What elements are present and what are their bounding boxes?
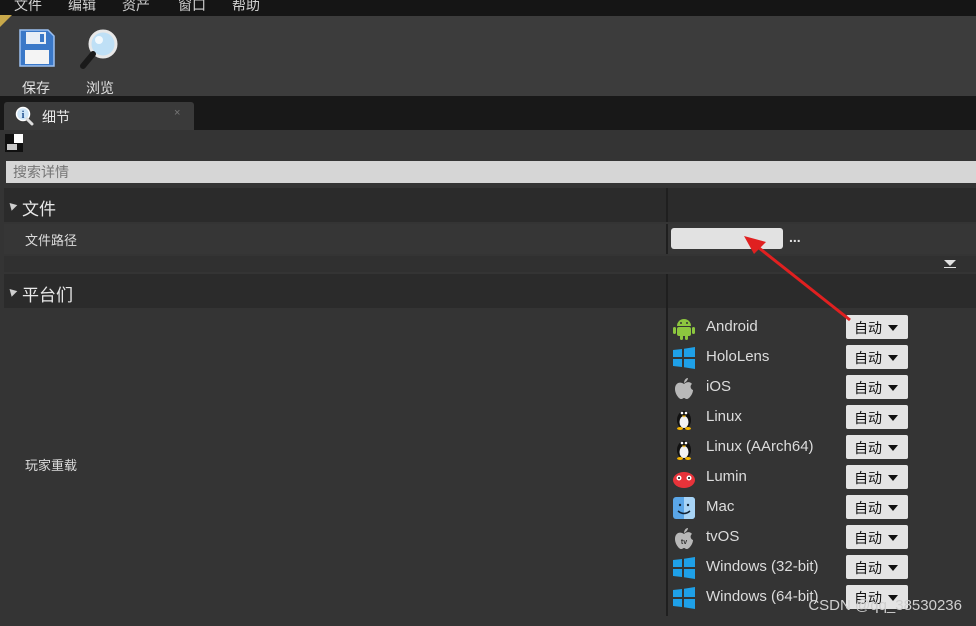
platform-row: Mac 自动 [670,492,920,522]
chevron-down-icon [888,415,898,421]
platform-dropdown[interactable]: 自动 [846,465,908,489]
menu-bar: 文件 编辑 资产 窗口 帮助 [0,0,976,16]
platform-name: Mac [706,498,735,515]
dropdown-value: 自动 [854,410,882,426]
platform-dropdown[interactable]: 自动 [846,525,908,549]
windows-icon [673,557,695,579]
platform-row: Windows (32-bit) 自动 [670,552,920,582]
collapse-arrow-icon[interactable] [6,286,18,297]
platform-row: Lumin 自动 [670,462,920,492]
dropdown-value: 自动 [854,560,882,576]
platform-row: Linux 自动 [670,402,920,432]
linux-icon [677,441,691,460]
platform-name: Windows (32-bit) [706,558,819,575]
chevron-down-icon [888,355,898,361]
chevron-down-icon [888,505,898,511]
svg-text:tv: tv [681,539,687,546]
platform-name: Linux (AArch64) [706,438,814,455]
search-input[interactable] [6,161,976,183]
chevron-down-icon [888,475,898,481]
dropdown-value: 自动 [854,350,882,366]
platform-name: HoloLens [706,348,770,365]
lumin-icon [673,472,695,488]
tvos-icon: tv [675,528,693,549]
platform-name: tvOS [706,528,740,545]
details-search-icon: i [15,106,34,126]
apple-icon [675,378,693,399]
expand-down-icon[interactable] [944,260,956,266]
tab-close-icon[interactable]: × [174,107,180,119]
tab-details[interactable]: i 细节 × [4,102,194,130]
platform-dropdown[interactable]: 自动 [846,495,908,519]
platform-dropdown[interactable]: 自动 [846,555,908,579]
menu-file[interactable]: 文件 [14,0,42,15]
save-label: 保存 [22,80,50,96]
watermark: CSDN @qq_38530236 [808,597,962,614]
column-divider[interactable] [666,274,668,616]
platform-row: Linux (AArch64) 自动 [670,432,920,462]
platform-dropdown[interactable]: 自动 [846,405,908,429]
platform-name: Lumin [706,468,747,485]
chevron-down-icon [888,565,898,571]
platform-name: iOS [706,378,732,395]
dropdown-value: 自动 [854,440,882,456]
menu-window[interactable]: 窗口 [178,0,206,15]
toolbar: 保存 浏览 [0,16,976,96]
chevron-down-icon [888,385,898,391]
platform-name: Windows (64-bit) [706,588,819,605]
platform-dropdown[interactable]: 自动 [846,435,908,459]
column-divider[interactable] [666,224,668,254]
chevron-down-icon [888,445,898,451]
platform-dropdown[interactable]: 自动 [846,375,908,399]
save-button[interactable]: 保存 [8,22,64,96]
file-path-label: 文件路径 [25,233,78,248]
menu-help[interactable]: 帮助 [232,0,260,15]
chevron-down-icon [888,535,898,541]
menu-edit[interactable]: 编辑 [68,0,96,15]
player-override-label: 玩家重载 [25,458,78,473]
platform-dropdown[interactable]: 自动 [846,345,908,369]
dropdown-value: 自动 [854,500,882,516]
windows-icon [673,347,695,369]
platform-row: HoloLens 自动 [670,342,920,372]
asset-thumbnail-icon [5,134,23,152]
section-file-title: 文件 [22,200,56,219]
platform-row: iOS 自动 [670,372,920,402]
menu-asset[interactable]: 资产 [122,0,150,15]
dropdown-value: 自动 [854,530,882,546]
tab-label: 细节 [42,109,70,125]
section-file[interactable]: 文件 [4,188,976,222]
platform-row: tv tvOS 自动 [670,522,920,552]
browse-label: 浏览 [86,80,114,96]
collapse-arrow-icon[interactable] [6,200,18,211]
windows-icon [673,587,695,609]
linux-icon [677,411,691,430]
svg-text:i: i [22,110,25,121]
browse-button[interactable]: 浏览 [72,22,128,96]
platform-name: Linux [706,408,742,425]
expand-line [944,267,956,268]
dropdown-value: 自动 [854,380,882,396]
chevron-down-icon [888,325,898,331]
section-platforms-title: 平台们 [22,286,73,305]
magnifier-icon [80,29,118,69]
dropdown-value: 自动 [854,470,882,486]
mac-icon [673,497,695,519]
column-divider[interactable] [666,188,668,222]
save-icon [19,29,55,67]
annotation-arrow [744,236,851,322]
android-icon [673,319,695,340]
corner-marker [0,15,12,27]
